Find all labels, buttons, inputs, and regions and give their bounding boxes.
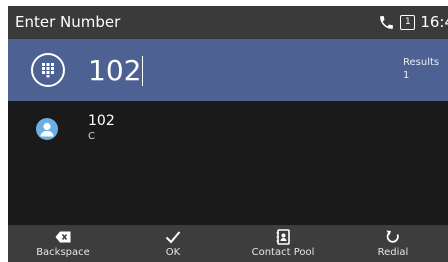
results-counter: Results 1 [403, 56, 439, 82]
line-icon: 1 [400, 15, 416, 30]
number-entry-row: Results 1 [8, 39, 448, 101]
ok-button[interactable]: OK [118, 225, 228, 262]
redial-icon [338, 229, 448, 245]
result-list-item[interactable]: 102 C [8, 108, 448, 148]
text-cursor [142, 56, 143, 86]
status-indicators: 1 16:4 [378, 12, 448, 33]
status-bar: Enter Number 1 16:4 [8, 6, 448, 39]
phone-screen: Enter Number 1 16:4 Results 1 [8, 6, 448, 262]
result-number: 102 [88, 113, 115, 129]
screen-title: Enter Number [15, 13, 121, 31]
backspace-label: Backspace [36, 247, 90, 258]
keypad-icon[interactable] [31, 53, 65, 87]
ok-label: OK [165, 247, 181, 258]
backspace-icon [8, 229, 118, 245]
contact-pool-button[interactable]: Contact Pool [228, 225, 338, 262]
results-label: Results [403, 57, 440, 68]
redial-label: Redial [377, 247, 409, 258]
backspace-button[interactable]: Backspace [8, 225, 118, 262]
contact-book-icon [228, 229, 338, 245]
results-count: 1 [403, 70, 410, 81]
phone-icon [378, 14, 395, 31]
softkey-bar: Backspace OK Contact Pool Redial [8, 225, 448, 262]
number-input[interactable] [88, 53, 368, 89]
redial-button[interactable]: Redial [338, 225, 448, 262]
contact-pool-label: Contact Pool [251, 247, 315, 258]
result-name: C [88, 131, 95, 142]
clock-time: 16:4 [420, 13, 448, 31]
contact-avatar-icon [36, 118, 58, 140]
checkmark-icon [118, 229, 228, 245]
